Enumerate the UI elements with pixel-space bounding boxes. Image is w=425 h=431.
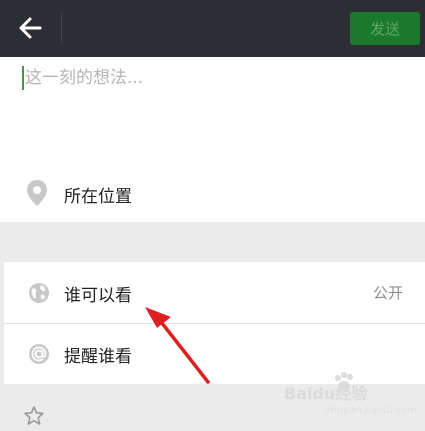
header-divider xyxy=(61,14,62,42)
section-gap xyxy=(0,222,425,262)
visibility-row[interactable]: 谁可以看 公开 xyxy=(4,262,425,323)
at-sign-icon xyxy=(29,344,49,364)
options-card: 谁可以看 公开 提醒谁看 xyxy=(4,262,425,384)
location-pin-icon xyxy=(27,180,47,206)
watermark-text: Baidu经验 xyxy=(284,384,368,403)
send-button[interactable]: 发送 xyxy=(350,12,420,45)
globe-icon xyxy=(29,283,49,303)
top-bar: 发送 xyxy=(0,0,425,57)
location-row[interactable]: 所在位置 xyxy=(0,165,412,222)
visibility-value: 公开 xyxy=(372,284,403,302)
mention-label: 提醒谁看 xyxy=(64,347,132,367)
watermark-subtext: jingyan.baidu.com xyxy=(325,405,418,416)
mention-row[interactable]: 提醒谁看 xyxy=(4,323,425,384)
text-cursor xyxy=(22,66,24,90)
compose-placeholder: 这一刻的想法... xyxy=(25,68,144,88)
back-button[interactable] xyxy=(14,12,50,44)
star-icon[interactable] xyxy=(24,406,44,425)
arrow-left-icon xyxy=(19,17,42,39)
visibility-label: 谁可以看 xyxy=(64,286,132,306)
location-label: 所在位置 xyxy=(64,187,132,207)
